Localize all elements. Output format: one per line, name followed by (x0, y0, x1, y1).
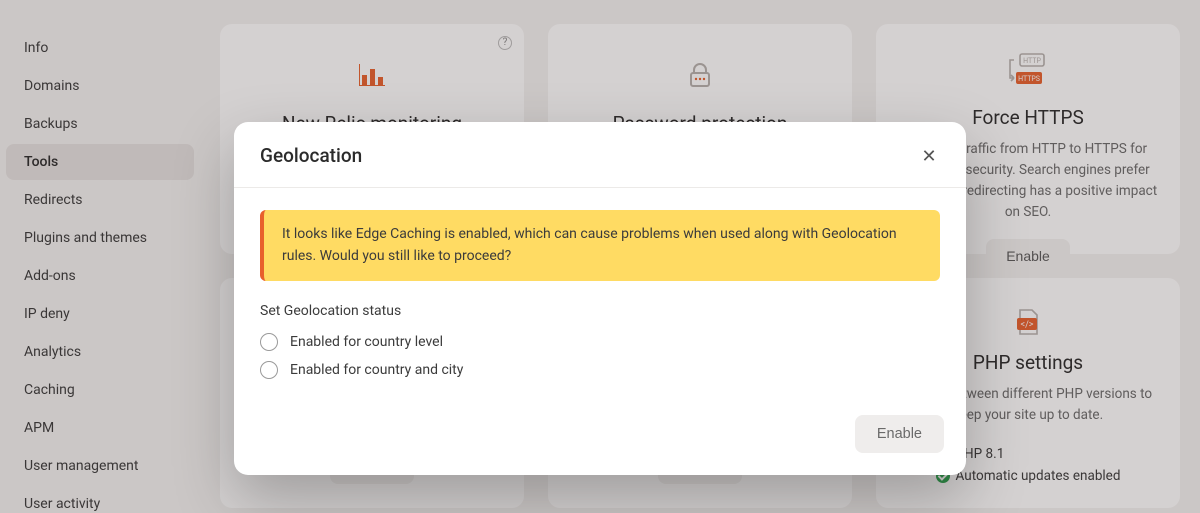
radio-label: Enabled for country and city (290, 362, 463, 378)
modal-title: Geolocation (260, 144, 362, 167)
radio-label: Enabled for country level (290, 334, 443, 350)
warning-banner: It looks like Edge Caching is enabled, w… (260, 210, 940, 281)
radio-icon (260, 361, 278, 379)
section-label: Set Geolocation status (260, 303, 940, 319)
enable-button[interactable]: Enable (855, 415, 944, 453)
radio-option-country[interactable]: Enabled for country level (260, 333, 940, 351)
close-icon[interactable]: ✕ (918, 145, 940, 167)
radio-icon (260, 333, 278, 351)
geolocation-modal: Geolocation ✕ It looks like Edge Caching… (234, 122, 966, 475)
radio-option-country-city[interactable]: Enabled for country and city (260, 361, 940, 379)
